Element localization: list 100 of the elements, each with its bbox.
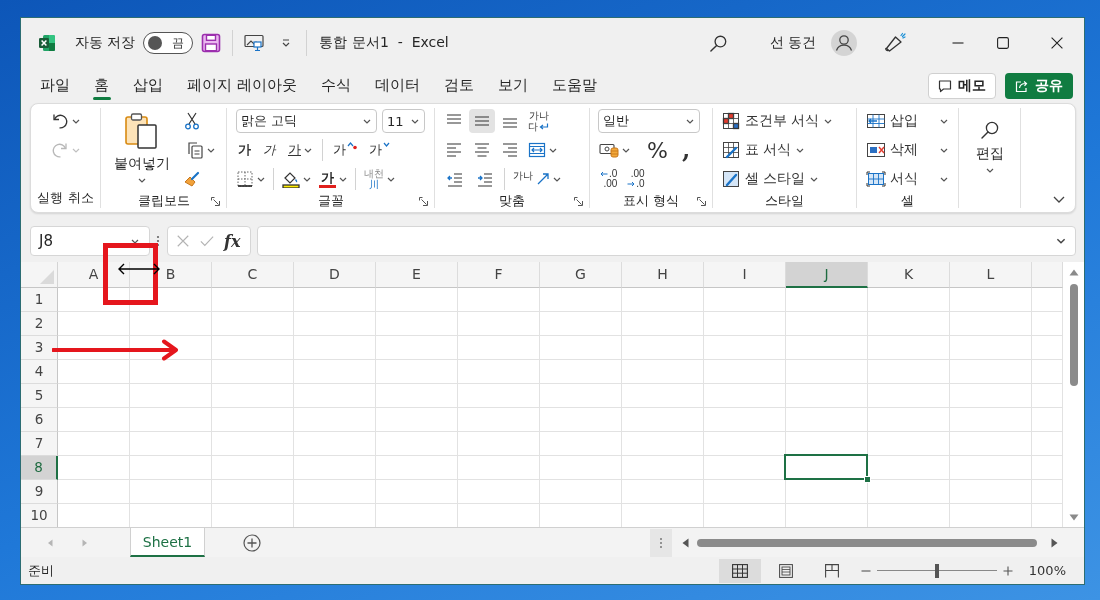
grid-cell[interactable] — [458, 408, 540, 432]
middle-align-button[interactable] — [469, 109, 495, 133]
scroll-right-icon[interactable] — [1051, 537, 1058, 548]
menu-tab[interactable]: 보기 — [485, 70, 540, 101]
dialog-launcher-icon[interactable] — [697, 196, 706, 206]
grid-cell[interactable] — [294, 432, 376, 456]
menu-tab[interactable]: 데이터 — [362, 70, 432, 101]
grid-cell[interactable] — [704, 312, 786, 336]
grid-cell[interactable] — [950, 384, 1032, 408]
orientation-button[interactable]: 가나 — [510, 167, 564, 191]
grid-cell[interactable] — [950, 312, 1032, 336]
grid-cell[interactable] — [376, 432, 458, 456]
grid-cell[interactable] — [868, 384, 950, 408]
grid-cell[interactable] — [376, 312, 458, 336]
comma-style-button[interactable]: , — [675, 138, 697, 162]
scroll-up-icon[interactable] — [1068, 269, 1079, 276]
wrap-text-button[interactable]: 가나 다 — [525, 109, 552, 133]
grid-cell[interactable] — [704, 480, 786, 504]
grid-cell[interactable] — [540, 432, 622, 456]
share-button[interactable]: 공유 — [1005, 72, 1073, 99]
cancel-icon[interactable] — [176, 234, 190, 248]
grid-cell[interactable] — [704, 408, 786, 432]
grid-cell[interactable] — [540, 312, 622, 336]
grid-cell[interactable] — [294, 384, 376, 408]
row-header[interactable]: 8 — [21, 456, 58, 480]
grid-cell[interactable] — [540, 480, 622, 504]
grid-cell[interactable] — [950, 336, 1032, 360]
grid-cell[interactable] — [704, 288, 786, 312]
paste-button[interactable]: 붙여넣기 — [107, 108, 177, 192]
menu-tab[interactable]: 검토 — [431, 70, 486, 101]
dialog-launcher-icon[interactable] — [419, 196, 428, 206]
column-header[interactable]: C — [212, 262, 294, 288]
grid-cell[interactable] — [376, 384, 458, 408]
comment-button[interactable]: 메모 — [928, 72, 996, 99]
number-format-field[interactable]: 일반 — [598, 109, 700, 133]
dialog-launcher-icon[interactable] — [574, 196, 583, 206]
grid-cell[interactable] — [540, 288, 622, 312]
italic-button[interactable]: 가 — [258, 138, 281, 162]
underline-button[interactable]: 가 — [283, 138, 317, 162]
grid-cell[interactable] — [540, 384, 622, 408]
grid-cell[interactable] — [458, 384, 540, 408]
decrease-decimal-button[interactable]: .00 .0 — [623, 167, 649, 191]
grid-cell[interactable] — [786, 384, 868, 408]
grid-cell[interactable] — [704, 384, 786, 408]
grid-cell[interactable] — [294, 336, 376, 360]
conditional-format-button[interactable]: 조건부 서식 — [719, 109, 836, 133]
menu-tab[interactable]: 홈 — [82, 70, 121, 101]
grid-cell[interactable] — [622, 384, 704, 408]
grid-cell[interactable] — [130, 360, 212, 384]
grid-cell[interactable] — [130, 336, 212, 360]
font-color-button[interactable]: 가 — [316, 167, 350, 191]
scroll-left-icon[interactable] — [682, 537, 689, 548]
grid-cell[interactable] — [458, 480, 540, 504]
grid-cell[interactable] — [130, 408, 212, 432]
grid-cell[interactable] — [950, 456, 1032, 480]
save-icon[interactable] — [201, 33, 222, 53]
grid-cell[interactable] — [950, 360, 1032, 384]
menu-tab[interactable]: 파일 — [28, 70, 82, 101]
column-header[interactable]: J — [786, 262, 868, 288]
grid-cell[interactable] — [868, 288, 950, 312]
normal-view-button[interactable] — [718, 558, 761, 583]
grid-cell[interactable] — [58, 480, 130, 504]
insert-function-button[interactable]: fx — [224, 231, 241, 251]
search-icon[interactable] — [708, 33, 728, 53]
name-box[interactable]: J8 — [30, 226, 150, 256]
add-sheet-icon[interactable] — [243, 533, 261, 552]
grid-cell[interactable] — [786, 408, 868, 432]
grid-cell[interactable] — [130, 480, 212, 504]
grid-cell[interactable] — [212, 312, 294, 336]
menu-tab[interactable]: 도움말 — [539, 70, 609, 101]
grid-cell[interactable] — [376, 288, 458, 312]
grid-cell[interactable] — [294, 288, 376, 312]
scroll-down-icon[interactable] — [1068, 514, 1079, 521]
bold-button[interactable]: 가 — [233, 138, 256, 162]
grid-cell[interactable] — [130, 288, 212, 312]
row-header[interactable]: 2 — [21, 312, 58, 336]
grid-cell[interactable] — [540, 360, 622, 384]
grid-cell[interactable] — [376, 408, 458, 432]
format-as-table-button[interactable]: 표 서식 — [719, 138, 808, 162]
grid-cell[interactable] — [294, 480, 376, 504]
grid-cell[interactable] — [294, 456, 376, 480]
grid-cell[interactable] — [294, 408, 376, 432]
column-header[interactable]: K — [868, 262, 950, 288]
row-header[interactable]: 10 — [21, 504, 58, 527]
grid-cell[interactable] — [622, 288, 704, 312]
grid-cell[interactable] — [58, 432, 130, 456]
grid-cell[interactable] — [294, 360, 376, 384]
decrease-indent-icon[interactable] — [446, 170, 464, 188]
row-header[interactable]: 4 — [21, 360, 58, 384]
fill-handle[interactable] — [864, 476, 871, 483]
grid-cell[interactable] — [868, 408, 950, 432]
column-header[interactable]: H — [622, 262, 704, 288]
grid-cell[interactable] — [622, 432, 704, 456]
grid-cell[interactable] — [704, 336, 786, 360]
insert-cells-button[interactable]: 삽입 — [863, 109, 951, 133]
row-header[interactable]: 3 — [21, 336, 58, 360]
dialog-launcher-icon[interactable] — [211, 196, 220, 206]
grid-cell[interactable] — [458, 288, 540, 312]
autosave-toggle[interactable]: 끔 — [143, 32, 194, 54]
right-triangle-icon[interactable] — [82, 538, 88, 547]
